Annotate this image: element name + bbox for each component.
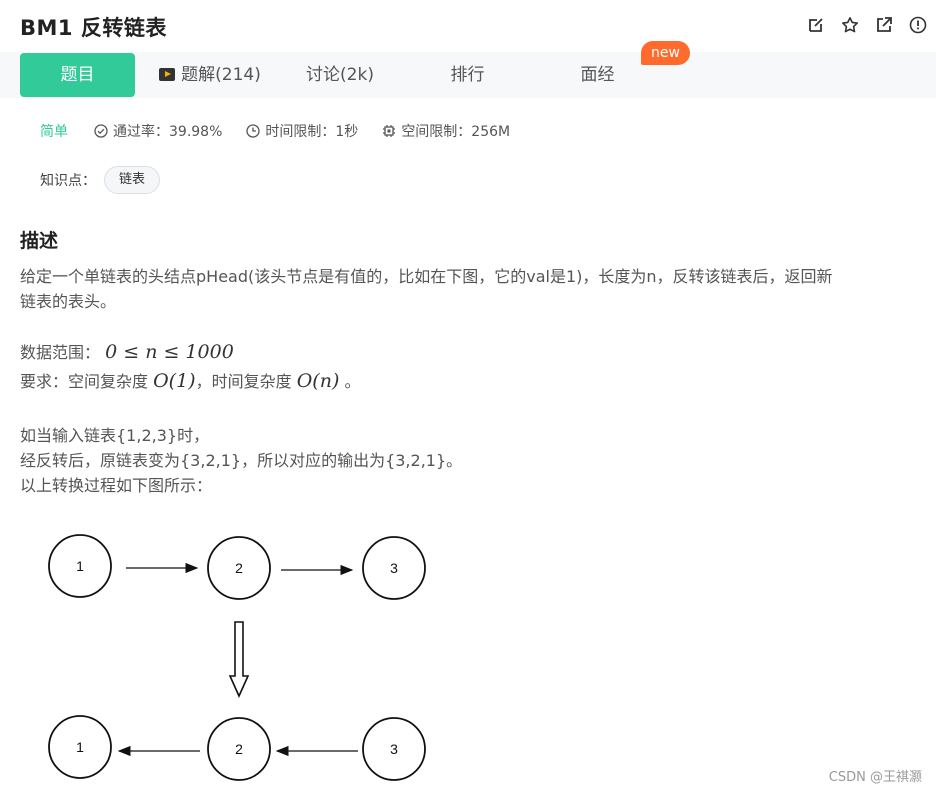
edit-icon[interactable]: [806, 15, 826, 35]
tab-ranking[interactable]: 排行: [420, 53, 515, 97]
description-heading: 描述: [20, 230, 59, 252]
time-limit: 时间限制：1秒: [246, 121, 358, 141]
memory-limit: 空间限制：256M: [382, 121, 510, 141]
req-mid: ，时间复杂度: [195, 372, 292, 391]
bottom-node-1: 1: [48, 715, 112, 779]
data-range: 数据范围： 0 ≤ n ≤ 1000: [20, 340, 234, 365]
share-icon[interactable]: [874, 15, 894, 35]
svg-text:1: 1: [76, 558, 84, 574]
top-node-1: 1: [48, 534, 112, 598]
difficulty-label: 简单: [40, 124, 68, 140]
svg-text:3: 3: [390, 560, 398, 576]
info-icon[interactable]: [908, 15, 928, 35]
complexity-requirement: 要求：空间复杂度 O(1)，时间复杂度 O(n) 。: [20, 369, 360, 394]
example-line-3: 以上转换过程如下图所示：: [20, 476, 213, 495]
star-icon[interactable]: [840, 15, 860, 35]
linked-list-diagram: 1 2 3 1 2 3: [48, 534, 426, 781]
clock-icon: [246, 124, 261, 138]
top-node-3: 3: [362, 536, 426, 600]
time-limit-text: 时间限制：1秒: [265, 124, 359, 140]
req-end: 。: [344, 372, 361, 391]
svg-text:1: 1: [76, 739, 84, 755]
svg-text:2: 2: [235, 560, 243, 576]
new-badge: new: [641, 41, 690, 65]
knowledge-label: 知识点：: [40, 173, 96, 189]
header: BM1 反转链表: [0, 0, 936, 52]
description-line-2: 链表的表头。: [20, 292, 117, 311]
space-complexity: O(1): [153, 370, 196, 392]
tab-solutions-label: 题解(214): [181, 65, 261, 85]
description-text: 给定一个单链表的头结点pHead(该头节点是有值的，比如在下图，它的val是1)…: [20, 264, 833, 314]
chip-icon: [383, 125, 396, 137]
req-label: 要求：空间复杂度: [20, 372, 149, 391]
video-icon: [159, 68, 176, 81]
memory-limit-text: 空间限制：256M: [401, 124, 511, 140]
bottom-node-3: 3: [362, 717, 426, 781]
tab-discussion[interactable]: 讨论(2k): [290, 53, 390, 97]
svg-text:3: 3: [390, 741, 398, 757]
problem-meta: 简单 通过率：39.98% 时间限制：1秒 空间限制：256M: [40, 121, 534, 141]
bottom-node-2: 2: [207, 717, 271, 781]
svg-text:2: 2: [235, 741, 243, 757]
range-label: 数据范围：: [20, 343, 101, 362]
check-circle-icon: [94, 124, 108, 138]
transform-arrow: [228, 621, 250, 698]
top-node-2: 2: [207, 536, 271, 600]
pass-rate: 通过率：39.98%: [94, 121, 222, 141]
time-complexity: O(n): [296, 370, 340, 392]
tag-linked-list[interactable]: 链表: [104, 166, 161, 194]
tab-solutions[interactable]: 题解(214): [150, 53, 270, 97]
tab-bar: 题目 题解(214) 讨论(2k) 排行 面经: [0, 52, 936, 98]
knowledge-points: 知识点： 链表: [40, 166, 161, 194]
example-line-1: 如当输入链表{1,2,3}时，: [20, 426, 210, 445]
tab-interview[interactable]: 面经: [550, 53, 645, 97]
page-title: BM1 反转链表: [20, 16, 167, 40]
range-math: 0 ≤ n ≤ 1000: [105, 341, 234, 363]
example-text: 如当输入链表{1,2,3}时， 经反转后，原链表变为{3,2,1}，所以对应的输…: [20, 423, 462, 498]
tab-problem[interactable]: 题目: [20, 53, 135, 97]
example-line-2: 经反转后，原链表变为{3,2,1}，所以对应的输出为{3,2,1}。: [20, 451, 463, 470]
watermark: CSDN @王祺灏: [828, 770, 922, 785]
header-actions: [806, 15, 928, 35]
pass-rate-text: 通过率：39.98%: [113, 124, 223, 140]
description-line-1: 给定一个单链表的头结点pHead(该头节点是有值的，比如在下图，它的val是1)…: [20, 267, 833, 286]
